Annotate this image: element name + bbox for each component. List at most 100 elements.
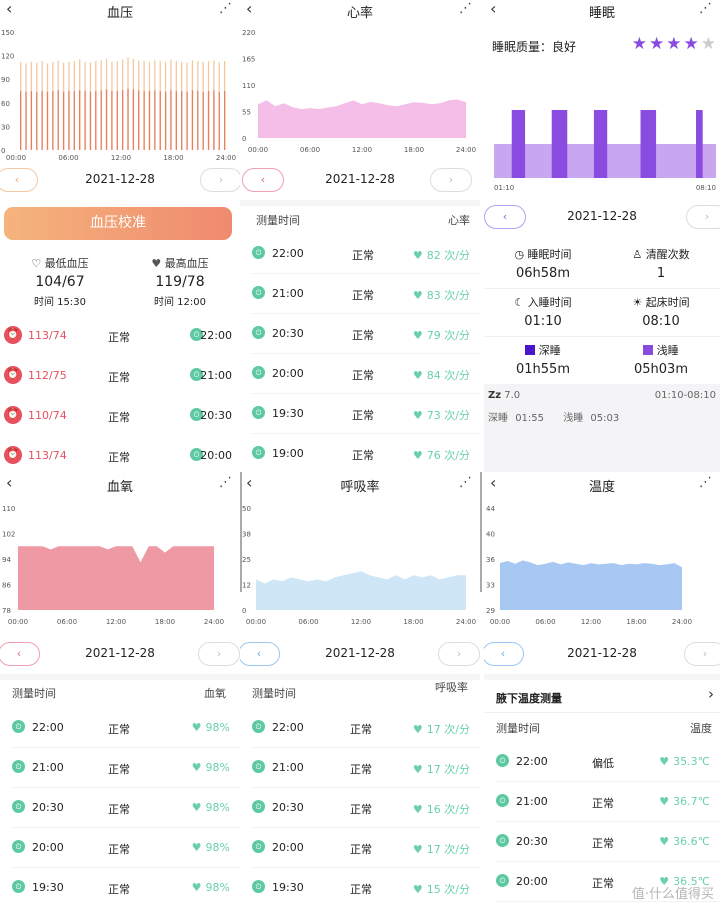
resp-row-value: 16 次/分 [426, 803, 470, 816]
next-day-button[interactable]: › [198, 642, 240, 666]
share-icon[interactable]: ⋰ [459, 475, 472, 490]
wake-time-label: 起床时间 [645, 296, 690, 309]
resp-row-value: 15 次/分 [426, 883, 470, 896]
temp-row-status: 偏低 [592, 757, 614, 770]
bp-row-time: 20:30 [200, 409, 232, 422]
spo2-list-row[interactable]: ⏲ 22:00 正常 ♥ 98% [0, 708, 240, 748]
hr-row-time: 20:00 [272, 367, 304, 380]
resp-list-row[interactable]: ⏲ 20:30 正常 ♥ 16 次/分 [240, 788, 480, 828]
share-icon[interactable]: ⋰ [219, 1, 232, 16]
y-tick-label: 36 [486, 556, 495, 564]
spo2-list-row[interactable]: ⏲ 21:00 正常 ♥ 98% [0, 748, 240, 788]
x-tick-label: 24:00 [456, 618, 476, 626]
temp-list-row[interactable]: ⏲ 21:00 正常 ♥ 36.7℃ [484, 782, 720, 822]
next-day-button[interactable]: › [430, 168, 472, 192]
heart-icon: ♥ [412, 329, 423, 342]
resp-row-time: 20:30 [272, 801, 304, 814]
bp-low-bar [175, 91, 177, 150]
temp-row-time: 20:00 [516, 875, 548, 888]
spo2-chart: 78 86 94 102 110 00:00 06:00 12:00 18:00 24:00 [2, 505, 224, 626]
clock-icon: ⏲ [252, 446, 265, 459]
y-tick-label: 55 [242, 109, 251, 117]
bp-row-value: 113/74 [28, 449, 67, 462]
y-tick-label: 120 [1, 53, 14, 61]
next-day-button[interactable]: › [438, 642, 480, 666]
temp-row-value: 35.3℃ [673, 755, 710, 768]
clock-icon: ⏲ [496, 834, 509, 847]
area-series [258, 99, 466, 138]
y-tick-label: 29 [486, 607, 495, 615]
bp-row-status: 正常 [108, 451, 130, 464]
bp-list-row[interactable]: ⏰ 110/74 正常 ⏲ 20:30 [0, 396, 240, 436]
clock-icon: ⏲ [252, 880, 265, 893]
clock-icon: ⏲ [252, 246, 265, 259]
hr-list-row[interactable]: ⏲ 20:00 正常 ♥ 84 次/分 [240, 354, 480, 394]
spo2-list-row[interactable]: ⏲ 19:30 正常 ♥ 98% [0, 868, 240, 906]
hr-row-value: 83 次/分 [426, 289, 470, 302]
resp-list-row[interactable]: ⏲ 19:30 正常 ♥ 15 次/分 [240, 868, 480, 906]
x-tick-label: 00:00 [490, 618, 510, 626]
sleep-date: 2021-12-28 [567, 209, 637, 223]
share-icon[interactable]: ⋰ [459, 1, 472, 16]
hr-list-row[interactable]: ⏲ 19:00 正常 ♥ 76 次/分 [240, 434, 480, 472]
hr-list-row[interactable]: ⏲ 20:30 正常 ♥ 79 次/分 [240, 314, 480, 354]
temp-list-row[interactable]: ⏲ 20:30 正常 ♥ 36.6℃ [484, 822, 720, 862]
sleep-time-label: 睡眠时间 [527, 248, 572, 261]
hr-list-row[interactable]: ⏲ 21:00 正常 ♥ 83 次/分 [240, 274, 480, 314]
x-tick-label: 24:00 [216, 154, 236, 162]
sun-icon: ☀ [632, 296, 643, 309]
temp-row-value: 36.6℃ [673, 835, 710, 848]
spo2-row-status: 正常 [108, 843, 130, 856]
share-icon[interactable]: ⋰ [699, 1, 712, 16]
panel-divider-v2 [480, 472, 482, 592]
bp-low-bar [46, 91, 49, 150]
bp-max-value: 119/78 [155, 274, 205, 290]
hr-row-time: 20:30 [272, 327, 304, 340]
bp-low-bar [73, 91, 75, 150]
spo2-list-row[interactable]: ⏲ 20:30 正常 ♥ 98% [0, 788, 240, 828]
resp-list-row[interactable]: ⏲ 22:00 正常 ♥ 17 次/分 [240, 708, 480, 748]
bp-calib-button[interactable]: 血压校准 [4, 207, 232, 240]
resp-list-row[interactable]: ⏲ 20:00 正常 ♥ 17 次/分 [240, 828, 480, 868]
bp-row-value: 113/74 [28, 329, 67, 342]
bp-list-row[interactable]: ⏰ 113/74 正常 ⏲ 20:00 [0, 436, 240, 472]
hr-list-row[interactable]: ⏲ 19:30 正常 ♥ 73 次/分 [240, 394, 480, 434]
share-icon[interactable]: ⋰ [699, 475, 712, 490]
spo2-row-time: 20:30 [32, 801, 64, 814]
spo2-list-row[interactable]: ⏲ 20:00 正常 ♥ 98% [0, 828, 240, 868]
bp-low-bar [52, 91, 54, 150]
spo2-row-time: 20:00 [32, 841, 64, 854]
bp-list-row[interactable]: ⏰ 113/74 正常 ⏲ 22:00 [0, 316, 240, 356]
heart-icon: ♥ [659, 795, 670, 808]
hr-row-value: 73 次/分 [426, 409, 470, 422]
x-tick-label: 12:00 [106, 618, 126, 626]
bp-header: ‹ 血压 ⋰ [0, 0, 240, 21]
spo2-title: 血氧 [106, 480, 133, 495]
bp-max-time: 时间 12:00 [154, 297, 206, 308]
temp-list-row[interactable]: ⏲ 22:00 偏低 ♥ 35.3℃ [484, 742, 720, 782]
hr-row-time: 19:30 [272, 407, 304, 420]
sleep-start-value: 01:10 [524, 314, 562, 329]
x-tick-label: 12:00 [111, 154, 131, 162]
temp-header: ‹ 温度 ⋰ [484, 473, 720, 495]
share-icon[interactable]: ⋰ [219, 475, 232, 490]
bp-low-bar [202, 91, 204, 150]
bp-alarm-icon: ⏰ [4, 406, 22, 424]
y-tick-label: 25 [242, 556, 251, 564]
bp-low-bar [127, 88, 129, 150]
hr-list-row[interactable]: ⏲ 22:00 正常 ♥ 82 次/分 [240, 234, 480, 274]
next-day-button[interactable]: › [684, 642, 720, 666]
light-sleep-swatch [643, 345, 654, 355]
resp-list-row[interactable]: ⏲ 21:00 正常 ♥ 17 次/分 [240, 748, 480, 788]
bp-list-row[interactable]: ⏰ 112/75 正常 ⏲ 21:00 [0, 356, 240, 396]
temp-section-row[interactable]: 腋下温度测量 › [484, 680, 720, 710]
x-tick-label: 18:00 [403, 618, 423, 626]
summary-deep-label: 深睡 [488, 413, 508, 424]
deep-sleep-bar [640, 110, 657, 178]
next-day-button[interactable]: › [200, 168, 240, 192]
next-day-button[interactable]: › [686, 205, 720, 229]
spo2-date-nav: ‹ 2021-12-28 › [0, 642, 240, 668]
resp-row-value: 17 次/分 [426, 843, 470, 856]
chevron-right-icon: › [708, 685, 714, 703]
temp-col-time: 测量时间 [496, 722, 540, 735]
